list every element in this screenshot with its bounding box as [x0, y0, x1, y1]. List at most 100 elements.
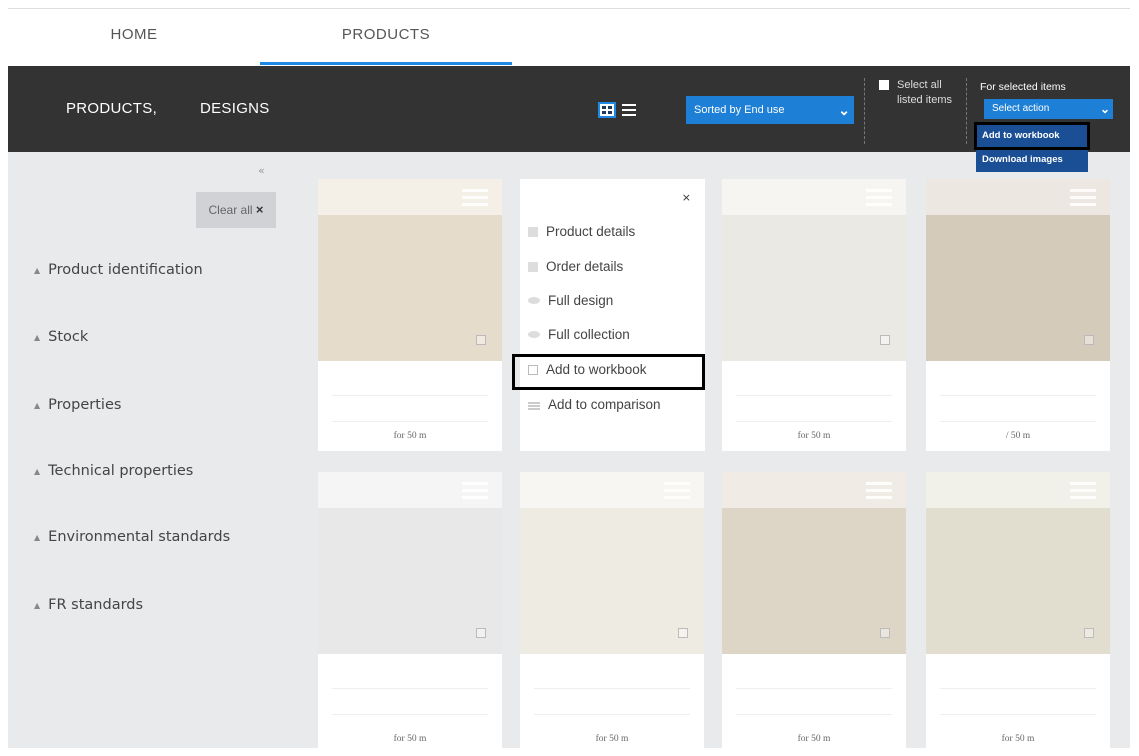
hamburger-menu-icon[interactable] — [866, 189, 892, 207]
triangle-up-icon: ▲ — [34, 332, 41, 342]
triangle-up-icon: ▲ — [34, 532, 41, 542]
product-checkbox[interactable] — [880, 628, 890, 638]
product-checkbox[interactable] — [476, 628, 486, 638]
hamburger-menu-icon[interactable] — [1070, 482, 1096, 500]
product-checkbox[interactable] — [476, 335, 486, 345]
products-link[interactable]: PRODUCTS, — [66, 100, 157, 117]
for-selected-label: For selected items — [980, 81, 1066, 93]
divider — [940, 714, 1096, 715]
divider — [736, 688, 892, 689]
product-grid: for 50 m for 50 m / 50 m for 50 m for 50… — [298, 152, 1130, 748]
price-label: for 50 m — [797, 734, 831, 744]
card-context-menu: × Product details Order details Full des… — [520, 179, 705, 451]
price-label: for 50 m — [797, 431, 831, 441]
list-view-icon[interactable] — [622, 104, 636, 116]
compare-icon — [528, 402, 540, 410]
hamburger-menu-icon[interactable] — [866, 482, 892, 500]
collapse-sidebar-icon[interactable]: « — [258, 164, 265, 177]
divider — [534, 714, 690, 715]
divider — [736, 395, 892, 396]
product-checkbox[interactable] — [880, 335, 890, 345]
eye-icon — [528, 331, 540, 338]
toolbar-divider — [864, 78, 865, 144]
action-select[interactable]: Select action ⌄ — [984, 99, 1113, 119]
close-icon: × — [255, 202, 264, 217]
sort-select[interactable]: Sorted by End use ⌄ — [686, 96, 854, 124]
facet-label: Product identification — [48, 262, 203, 278]
facet-label: Stock — [48, 329, 89, 345]
action-dropdown-menu: Add to workbook Download images — [974, 122, 1090, 172]
facet-label: FR standards — [48, 597, 144, 613]
price-label: / 50 m — [1005, 431, 1031, 441]
product-card[interactable]: for 50 m — [318, 179, 502, 451]
menu-item-label: Order details — [546, 259, 624, 274]
tab-products[interactable]: PRODUCTS — [260, 9, 512, 67]
triangle-up-icon: ▲ — [34, 600, 41, 610]
menu-item-add-to-comparison[interactable]: Add to comparison — [528, 397, 661, 412]
price-label: for 50 m — [393, 734, 427, 744]
menu-item-label: Add to comparison — [548, 397, 661, 412]
triangle-up-icon: ▲ — [34, 265, 41, 275]
divider — [940, 395, 1096, 396]
select-all-label: Select all listed items — [897, 79, 953, 106]
menu-item-product-details[interactable]: Product details — [528, 224, 635, 239]
menu-item-order-details[interactable]: Order details — [528, 259, 623, 274]
clear-all-label: Clear all — [208, 203, 253, 217]
divider — [332, 714, 488, 715]
facet-properties[interactable]: ▲ Properties — [34, 397, 121, 413]
divider — [534, 688, 690, 689]
clear-all-button[interactable]: Clear all × — [196, 192, 276, 228]
product-card[interactable]: for 50 m — [722, 472, 906, 748]
eye-icon — [528, 297, 540, 304]
top-tab-bar: HOME PRODUCTS — [8, 8, 1130, 66]
facet-technical-properties[interactable]: ▲ Technical properties — [34, 463, 193, 479]
triangle-up-icon: ▲ — [34, 400, 41, 410]
chevron-down-icon: ⌄ — [838, 102, 850, 118]
product-checkbox[interactable] — [678, 628, 688, 638]
price-label: for 50 m — [393, 431, 427, 441]
triangle-up-icon: ▲ — [34, 466, 41, 476]
action-option-add-to-workbook[interactable]: Add to workbook — [974, 122, 1090, 150]
menu-item-label: Full collection — [548, 327, 630, 342]
hamburger-menu-icon[interactable] — [462, 482, 488, 500]
facet-label: Technical properties — [48, 463, 194, 479]
document-icon — [528, 262, 538, 272]
document-icon — [528, 227, 538, 237]
product-checkbox[interactable] — [1084, 628, 1094, 638]
facet-environmental-standards[interactable]: ▲ Environmental standards — [34, 529, 230, 545]
product-card[interactable]: / 50 m — [926, 179, 1110, 451]
action-option-download-images[interactable]: Download images — [976, 148, 1088, 172]
divider — [332, 421, 488, 422]
product-card[interactable]: for 50 m — [318, 472, 502, 748]
close-icon[interactable]: × — [682, 191, 691, 204]
divider — [940, 688, 1096, 689]
product-card[interactable]: for 50 m — [722, 179, 906, 451]
menu-item-full-design[interactable]: Full design — [528, 293, 613, 308]
hamburger-menu-icon[interactable] — [664, 482, 690, 500]
divider — [736, 714, 892, 715]
chevron-down-icon: ⌄ — [1099, 102, 1110, 116]
product-card[interactable]: for 50 m — [520, 472, 704, 748]
facet-product-identification[interactable]: ▲ Product identification — [34, 262, 203, 278]
hamburger-menu-icon[interactable] — [462, 189, 488, 207]
menu-item-label: Full design — [548, 293, 614, 308]
divider — [736, 421, 892, 422]
sort-select-value: Sorted by End use — [694, 104, 785, 116]
facet-label: Properties — [48, 397, 122, 413]
grid-view-icon[interactable] — [598, 102, 616, 118]
hamburger-menu-icon[interactable] — [1070, 189, 1096, 207]
facet-fr-standards[interactable]: ▲ FR standards — [34, 597, 143, 613]
action-select-value: Select action — [992, 103, 1050, 114]
divider — [332, 688, 488, 689]
facet-stock[interactable]: ▲ Stock — [34, 329, 88, 345]
designs-link[interactable]: DESIGNS — [200, 100, 270, 117]
product-card[interactable]: for 50 m — [926, 472, 1110, 748]
tab-home[interactable]: HOME — [8, 9, 260, 67]
divider — [940, 421, 1096, 422]
product-checkbox[interactable] — [1084, 335, 1094, 345]
highlight-box — [512, 354, 705, 390]
price-label: for 50 m — [1001, 734, 1035, 744]
menu-item-full-collection[interactable]: Full collection — [528, 327, 630, 342]
price-label: for 50 m — [595, 734, 629, 744]
select-all-checkbox[interactable] — [879, 80, 889, 90]
